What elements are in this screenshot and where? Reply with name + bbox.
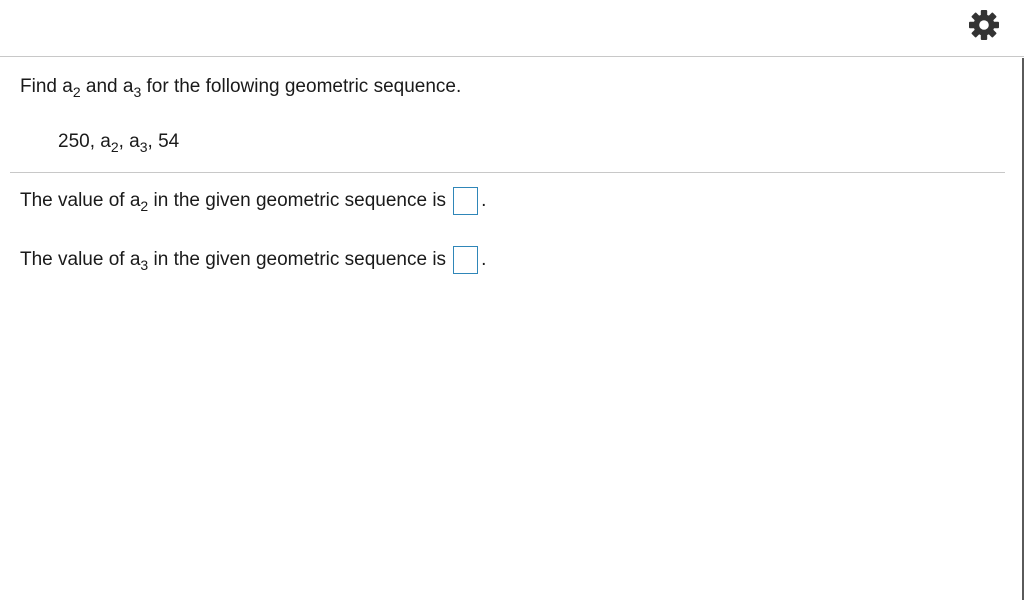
- sequence-text-part: , 54: [147, 131, 180, 152]
- answer-row-a2: The value of a2 in the given geometric s…: [20, 187, 486, 215]
- answer-text-part: The value of a: [20, 190, 141, 211]
- sequence-text-part: , a: [118, 131, 140, 152]
- answer-input-a3[interactable]: [453, 246, 479, 274]
- subscript: 3: [139, 139, 148, 155]
- top-toolbar: [0, 0, 1024, 57]
- question-text-part: and a: [80, 76, 134, 97]
- question-text-part: Find a: [20, 76, 73, 97]
- period: .: [481, 249, 487, 270]
- gear-icon[interactable]: [966, 7, 1002, 43]
- subscript: 2: [110, 139, 119, 155]
- answer-label-a3: The value of a3 in the given geometric s…: [20, 248, 446, 272]
- sequence-text-part: 250, a: [58, 131, 111, 152]
- answer-row-a3: The value of a3 in the given geometric s…: [20, 246, 486, 274]
- answer-text-part: The value of a: [20, 249, 141, 270]
- question-page: Find a2 and a3 for the following geometr…: [0, 0, 1024, 600]
- divider: [10, 172, 1005, 173]
- subscript: 2: [72, 84, 81, 100]
- answer-text-part: in the given geometric sequence is: [148, 190, 447, 211]
- answer-input-a2[interactable]: [453, 187, 479, 215]
- question-text-part: for the following geometric sequence.: [141, 76, 462, 97]
- question-prompt: Find a2 and a3 for the following geometr…: [20, 75, 461, 99]
- sequence-terms: 250, a2, a3, 54: [58, 130, 179, 154]
- answer-text-part: in the given geometric sequence is: [148, 249, 447, 270]
- answer-label-a2: The value of a2 in the given geometric s…: [20, 189, 446, 213]
- period: .: [481, 190, 487, 211]
